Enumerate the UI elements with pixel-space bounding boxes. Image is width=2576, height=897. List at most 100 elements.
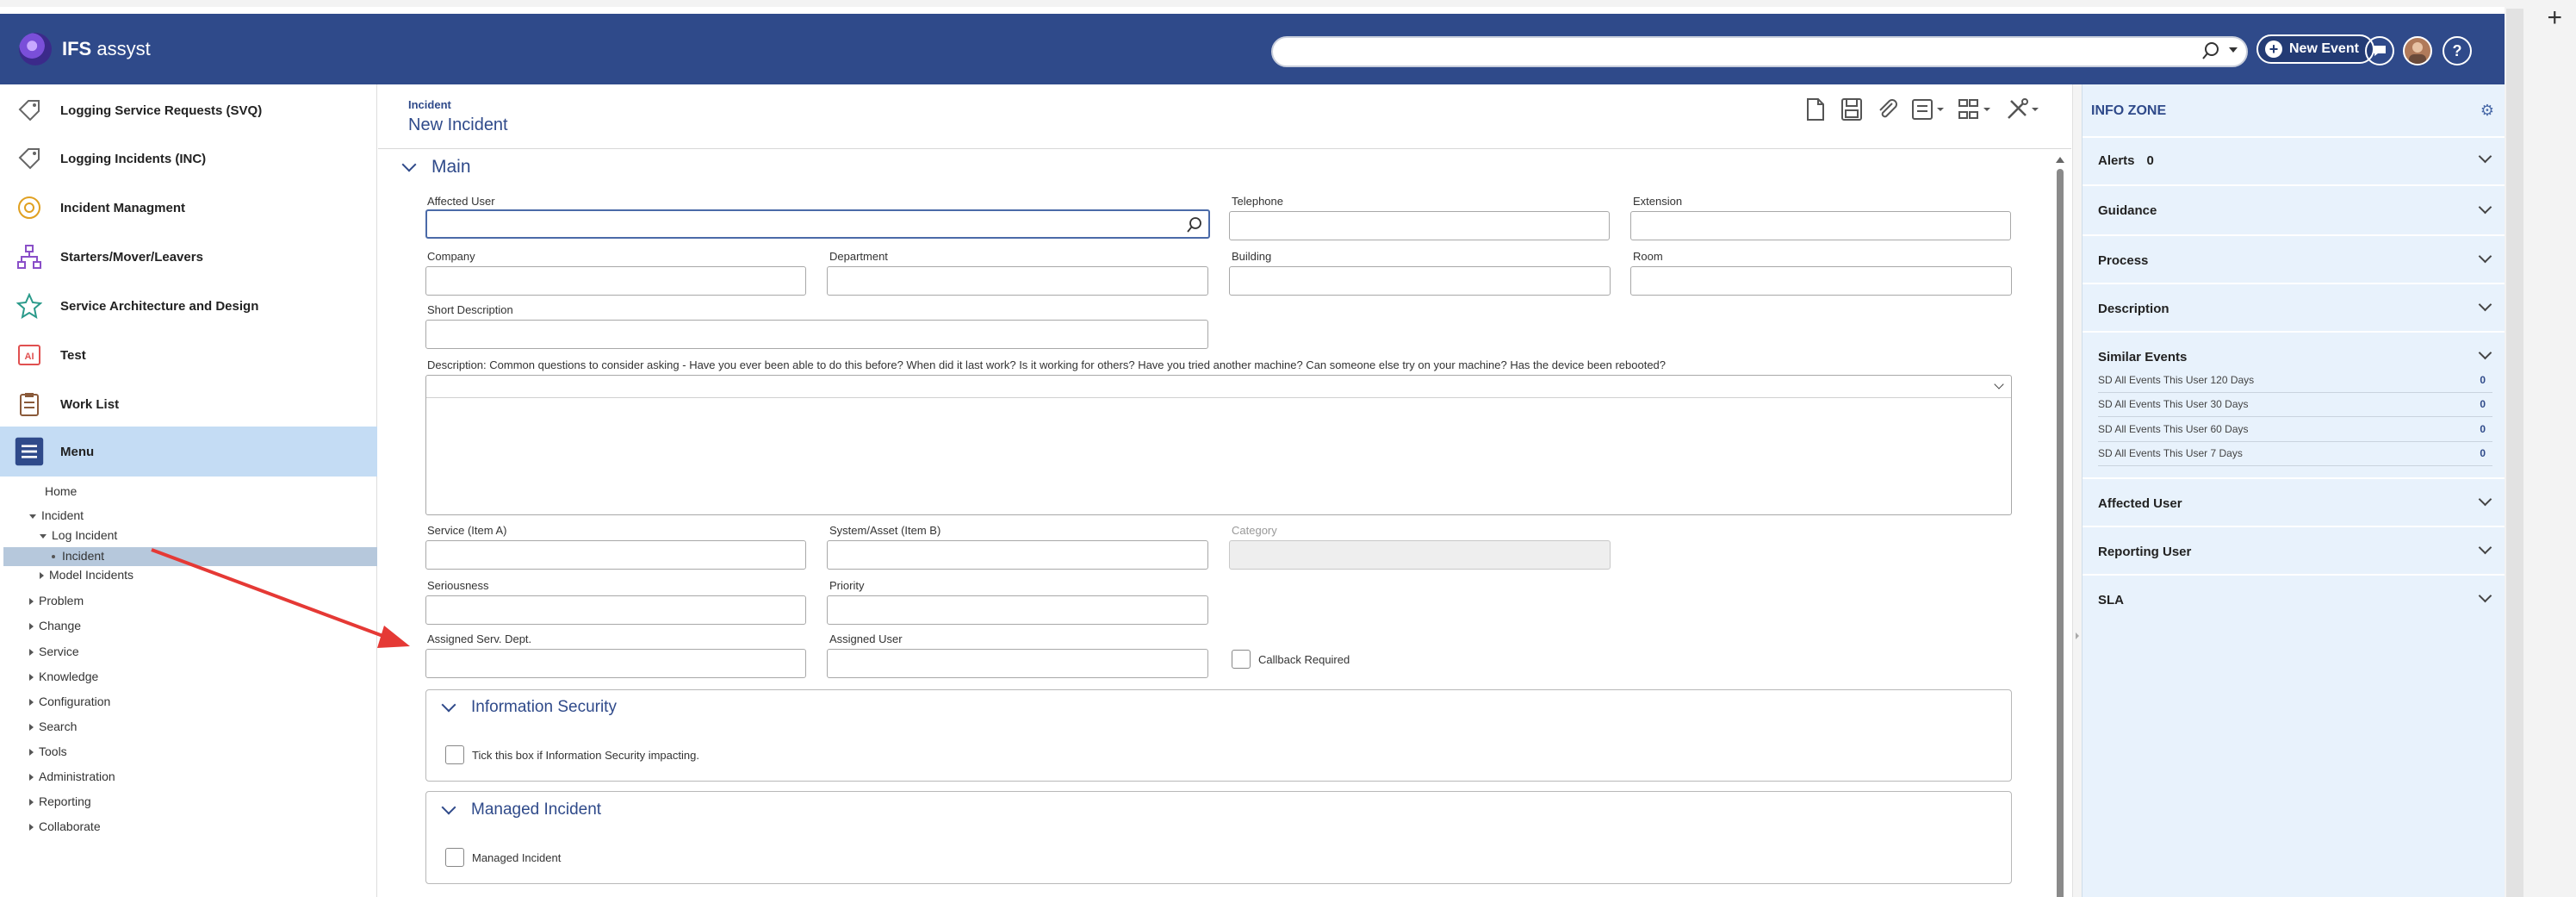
scroll-up-arrow-icon[interactable] [2056,157,2064,163]
chevron-down-icon [2478,540,2492,555]
expand-arrow-icon[interactable] [2076,632,2079,639]
room-input[interactable] [1630,266,2012,296]
affected-user-input[interactable] [425,209,1210,239]
tag-icon [14,95,45,126]
tree-incident[interactable]: Incident [29,508,84,522]
similar-event-count[interactable]: 0 [2480,418,2486,440]
similar-event-count[interactable]: 0 [2480,442,2486,464]
info-zone-affected-user[interactable]: Affected User [2083,477,2505,526]
tree-tools[interactable]: Tools [29,744,67,758]
tree-administration[interactable]: Administration [29,769,115,783]
new-event-button[interactable]: + New Event [2256,34,2374,64]
service-input[interactable] [425,540,806,570]
info-zone-process[interactable]: Process [2083,234,2505,283]
user-avatar[interactable] [2403,36,2432,65]
tree-model-incidents[interactable]: Model Incidents [40,568,133,582]
managed-incident-panel [425,791,2012,884]
section-main-header[interactable]: Main [401,157,471,178]
telephone-input[interactable] [1229,211,1610,240]
save-icon[interactable] [1837,97,1865,122]
nav-item-logging-service-requests[interactable]: Logging Service Requests (SVQ) [0,86,377,134]
info-zone-reporting-user[interactable]: Reporting User [2083,526,2505,574]
tree-change[interactable]: Change [29,619,81,632]
short-description-input[interactable] [425,320,1208,349]
brand-logo[interactable]: IFS assyst [19,33,151,65]
similar-event-item[interactable]: SD All Events This User 7 Days 0 [2098,442,2492,466]
system-asset-input[interactable] [827,540,1208,570]
similar-event-count[interactable]: 0 [2480,393,2486,415]
help-icon: ? [2452,42,2462,59]
tree-home[interactable]: Home [45,484,77,498]
nav-item-logging-incidents[interactable]: Logging Incidents (INC) [0,134,377,183]
search-icon[interactable] [2201,41,2220,60]
tree-collaborate[interactable]: Collaborate [29,819,101,833]
info-zone-description[interactable]: Description [2083,283,2505,331]
similar-event-item[interactable]: SD All Events This User 60 Days 0 [2098,418,2492,442]
tree-reporting[interactable]: Reporting [29,794,91,808]
department-input[interactable] [827,266,1208,296]
tree-knowledge[interactable]: Knowledge [29,670,98,683]
nav-item-work-list[interactable]: Work List [0,380,377,428]
chat-icon[interactable] [2365,36,2394,65]
managed-incident-header[interactable]: Managed Incident [441,800,601,819]
similar-event-item[interactable]: SD All Events This User 30 Days 0 [2098,393,2492,417]
gear-icon[interactable]: ⚙ [2479,102,2496,119]
info-zone-similar-events[interactable]: Similar Events SD All Events This User 1… [2083,331,2505,477]
svg-text:AI: AI [25,352,34,362]
info-zone-sla[interactable]: SLA [2083,574,2505,622]
new-document-icon[interactable] [1801,97,1828,122]
browser-scrollbar[interactable] [2506,9,2523,897]
tree-service[interactable]: Service [29,645,79,658]
managed-incident-checkbox[interactable] [445,848,464,867]
attachment-icon[interactable] [1873,97,1901,122]
scrollbar-thumb[interactable] [2057,169,2064,897]
nav-item-starters-movers-leavers[interactable]: Starters/Mover/Leavers [0,233,377,281]
add-tab-icon[interactable]: + [2547,3,2562,33]
tree-label: Log Incident [52,528,118,542]
callback-required-checkbox[interactable] [1232,650,1251,669]
information-security-checkbox[interactable] [445,745,464,764]
nav-item-service-architecture[interactable]: Service Architecture and Design [0,282,377,330]
header-divider [378,148,2071,149]
chevron-down-icon [2478,589,2492,603]
similar-event-count[interactable]: 0 [2480,369,2486,391]
global-search-input[interactable] [1271,36,2248,67]
company-input[interactable] [425,266,806,296]
search-options-caret-icon[interactable] [2229,47,2238,53]
tree-label: Home [45,484,78,498]
tree-log-incident[interactable]: Log Incident [40,528,117,542]
nav-item-test[interactable]: AI Test [0,331,377,379]
tree-search[interactable]: Search [29,719,77,733]
chevron-down-icon [2478,149,2492,164]
information-security-header[interactable]: Information Security [441,697,617,717]
room-label: Room [1633,250,1663,263]
tree-incident-leaf[interactable]: Incident [52,549,104,563]
description-textarea[interactable] [425,375,2012,515]
info-zone-alerts[interactable]: Alerts 0 [2083,136,2505,184]
hierarchy-menu-icon[interactable] [1956,97,1994,122]
nav-item-menu[interactable]: Menu [0,427,377,477]
form-actions-menu-icon[interactable] [1909,97,1947,122]
form-scrollbar[interactable] [2053,153,2067,897]
panel-splitter[interactable] [2072,84,2082,897]
collapsed-caret-icon [29,774,34,782]
similar-event-item[interactable]: SD All Events This User 120 Days 0 [2098,369,2492,393]
priority-input[interactable] [827,595,1208,625]
extension-input[interactable] [1630,211,2011,240]
building-input[interactable] [1229,266,1611,296]
alerts-label: Alerts [2098,153,2135,168]
seriousness-input[interactable] [425,595,806,625]
tree-problem[interactable]: Problem [29,594,84,607]
tree-label: Collaborate [39,819,101,833]
info-zone-guidance[interactable]: Guidance [2083,184,2505,234]
ai-icon: AI [14,339,45,371]
nav-item-incident-management[interactable]: Incident Managment [0,184,377,232]
tools-menu-icon[interactable] [2004,97,2042,122]
tree-configuration[interactable]: Configuration [29,695,110,708]
expanded-caret-icon [29,514,36,519]
assigned-user-input[interactable] [827,649,1208,678]
breadcrumb[interactable]: Incident [408,98,451,111]
search-icon[interactable] [1186,216,1203,234]
help-button[interactable]: ? [2443,36,2472,65]
assigned-serv-dept-input[interactable] [425,649,806,678]
